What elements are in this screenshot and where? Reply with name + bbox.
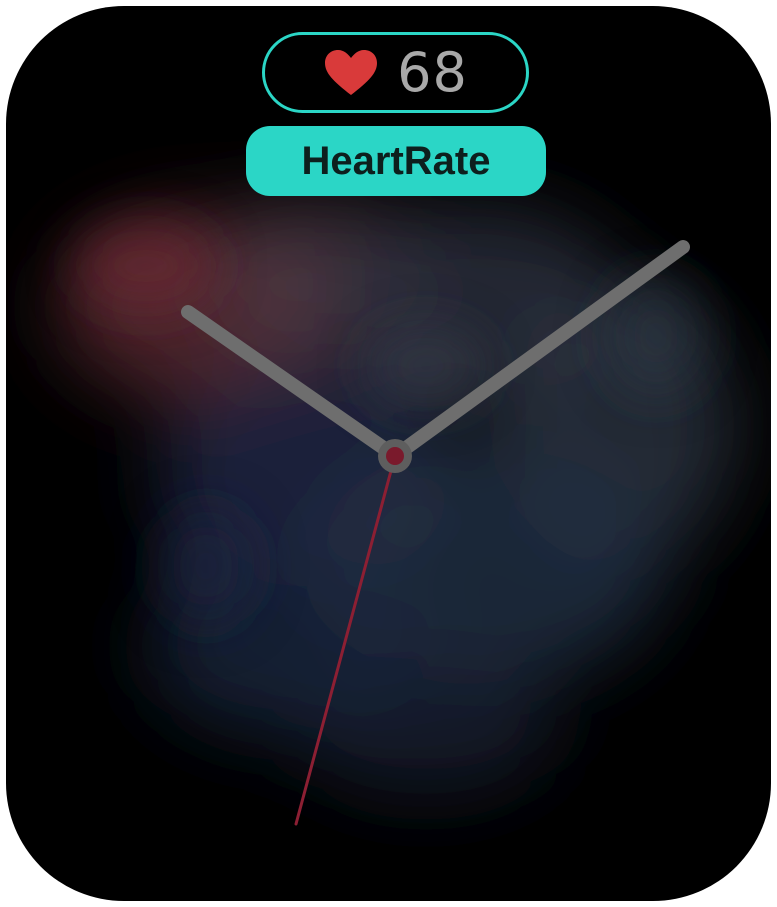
heart-rate-label[interactable]: HeartRate bbox=[246, 126, 546, 196]
heart-rate-complication[interactable]: 68 bbox=[262, 32, 529, 113]
hand-pivot-center bbox=[386, 447, 404, 465]
heart-icon bbox=[325, 49, 378, 95]
minute-hand bbox=[388, 240, 690, 463]
heart-rate-value: 68 bbox=[397, 40, 468, 104]
watch-face: 68 HeartRate bbox=[6, 6, 771, 901]
hour-hand bbox=[181, 305, 402, 463]
second-hand bbox=[294, 454, 397, 826]
